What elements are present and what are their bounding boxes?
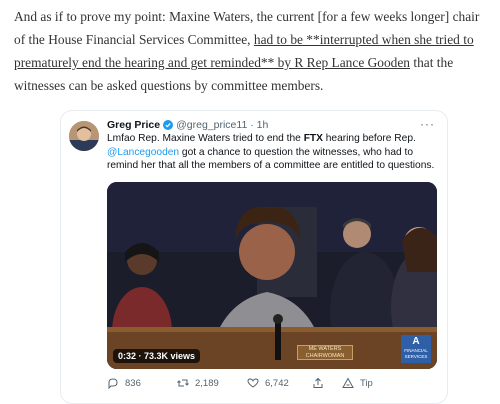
- retweet-button[interactable]: 2,189: [177, 377, 219, 389]
- tweet-text-bold: FTX: [303, 133, 323, 144]
- heart-icon: [247, 378, 259, 388]
- tweet-header: Greg Price @greg_price11 · 1h: [107, 119, 268, 133]
- author-name[interactable]: Greg Price: [107, 119, 160, 131]
- tip-button[interactable]: Tip: [342, 377, 373, 389]
- share-button[interactable]: [312, 377, 324, 389]
- tweet-actions: 836 2,189 6,742 Tip: [107, 377, 437, 393]
- avatar-photo: [69, 121, 99, 151]
- committee-badge: A FINANCIAL SERVICES: [401, 335, 431, 363]
- share-icon: [313, 377, 323, 388]
- avatar[interactable]: [69, 121, 99, 151]
- nameplate: ME WATERS CHAIRWOMAN: [297, 345, 353, 360]
- video-duration: 0:32: [118, 351, 137, 361]
- reply-count: 836: [125, 377, 141, 389]
- reply-icon: [108, 378, 118, 389]
- video-player[interactable]: 0:32 · 73.3K views ME WATERS CHAIRWOMAN …: [107, 182, 437, 369]
- author-handle[interactable]: @greg_price11: [176, 119, 247, 131]
- video-frame: [107, 182, 437, 369]
- tip-icon: [342, 377, 354, 388]
- retweet-count: 2,189: [195, 377, 219, 389]
- nameplate-title: CHAIRWOMAN: [305, 352, 345, 359]
- reply-button[interactable]: 836: [107, 377, 141, 389]
- retweet-icon: [177, 379, 189, 387]
- video-stats: 0:32 · 73.3K views: [113, 349, 201, 363]
- article-paragraph: And as if to prove my point: Maxine Wate…: [14, 5, 488, 97]
- like-button[interactable]: 6,742: [247, 377, 289, 389]
- tweet-text: Lmfao Rep. Maxine Waters tried to end th…: [107, 132, 437, 173]
- tweet-text-part: Lmfao Rep. Maxine Waters tried to end th…: [107, 133, 304, 144]
- mention-link[interactable]: @Lancegooden: [107, 147, 179, 158]
- tweet-text-part: hearing before Rep.: [322, 133, 416, 144]
- like-count: 6,742: [265, 377, 289, 389]
- more-options-icon[interactable]: ···: [420, 117, 435, 131]
- badge-line: SERVICES: [404, 354, 428, 359]
- tweet-time[interactable]: 1h: [257, 119, 269, 131]
- tip-label: Tip: [360, 377, 373, 389]
- embedded-tweet[interactable]: Greg Price @greg_price11 · 1h ··· Lmfao R…: [60, 110, 448, 404]
- video-views: 73.3K views: [144, 351, 196, 361]
- badge-mark: A: [412, 336, 420, 347]
